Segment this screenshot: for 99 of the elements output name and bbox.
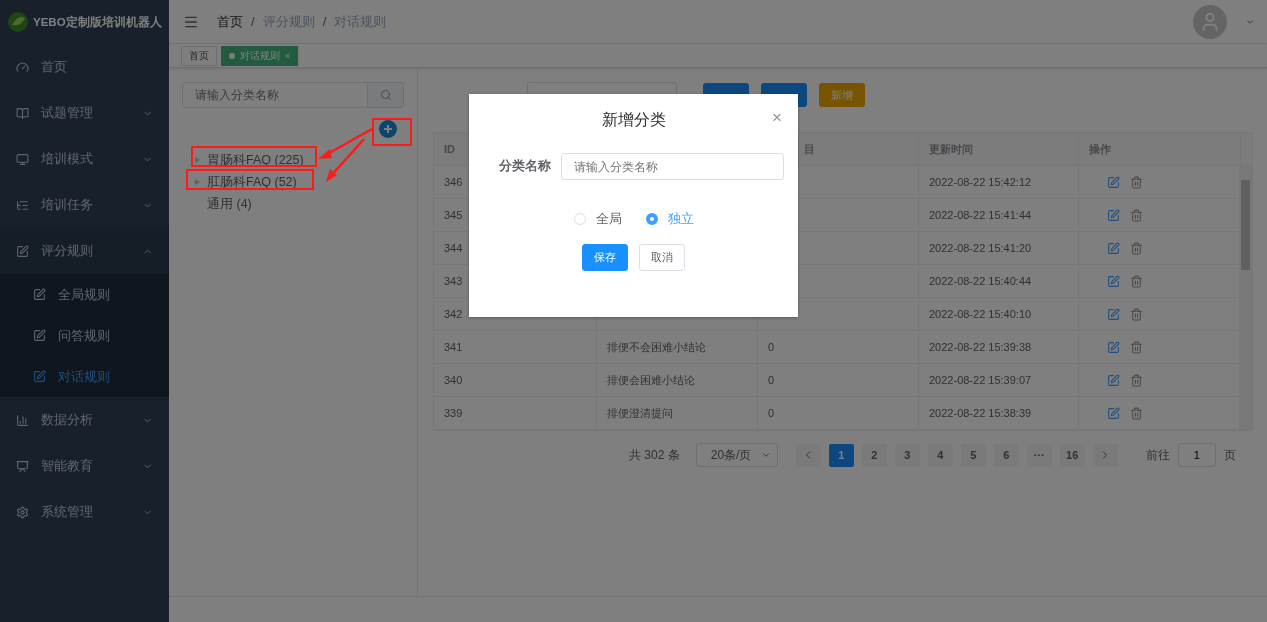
scrollbar[interactable] — [1239, 166, 1252, 430]
total-count: 共 302 条 — [629, 446, 680, 464]
menu-item[interactable]: 培训任务 — [0, 182, 169, 228]
radio-option[interactable]: 独立 — [645, 210, 694, 228]
menu-icon — [16, 198, 29, 212]
edit-icon[interactable] — [1107, 208, 1120, 222]
edit-icon — [33, 329, 46, 342]
submenu-item[interactable]: 全局规则 — [0, 274, 169, 315]
page-button[interactable]: 16 — [1059, 443, 1085, 467]
close-button[interactable]: × — [772, 108, 782, 128]
table-cell: 340 — [434, 364, 597, 396]
prev-page-button[interactable] — [795, 443, 821, 467]
submenu-item[interactable]: 问答规则 — [0, 315, 169, 356]
delete-icon[interactable] — [1130, 208, 1143, 222]
edit-icon[interactable] — [1107, 241, 1120, 255]
edit-icon[interactable] — [1107, 340, 1120, 354]
delete-icon[interactable] — [1130, 406, 1143, 420]
tab[interactable]: 首页 — [181, 45, 217, 66]
delete-icon[interactable] — [1130, 241, 1143, 255]
logo-icon — [7, 11, 29, 33]
tab[interactable]: 对话规则 × — [221, 45, 299, 66]
menu-item[interactable]: 数据分析 — [0, 397, 169, 443]
delete-icon[interactable] — [1130, 175, 1143, 189]
page-button[interactable]: 5 — [960, 443, 986, 467]
edit-icon[interactable] — [1107, 307, 1120, 321]
edit-icon — [33, 288, 46, 301]
menu-item[interactable]: 培训模式 — [0, 136, 169, 182]
table-cell: 排便澄清提问 — [597, 397, 758, 429]
annotation-box — [372, 118, 412, 146]
search-button[interactable] — [367, 83, 403, 107]
delete-icon[interactable] — [1130, 274, 1143, 288]
search-icon — [379, 89, 392, 101]
close-icon[interactable]: × — [285, 50, 291, 61]
menu-icon — [16, 505, 29, 519]
menu-icon — [16, 152, 29, 166]
page-button[interactable]: 2 — [861, 443, 887, 467]
dialog-title: 新增分类 — [601, 110, 666, 130]
edit-icon[interactable] — [1107, 373, 1120, 387]
menu-icon — [16, 413, 29, 427]
app-title: YEBO定制版培训机器人 — [33, 14, 162, 30]
table-cell: 2022-08-22 15:41:20 — [919, 232, 1079, 264]
goto-suffix: 页 — [1223, 446, 1236, 464]
table-cell: 2022-08-22 15:42:12 — [919, 166, 1079, 198]
breadcrumb-link[interactable]: 首页 — [217, 12, 243, 31]
tree-item[interactable]: 通用 (4) — [182, 193, 404, 215]
edit-icon[interactable] — [1107, 406, 1120, 420]
breadcrumb-separator: / — [322, 14, 327, 29]
edit-icon — [33, 370, 46, 383]
menu-icon — [16, 459, 29, 473]
table-cell: 0 — [758, 364, 919, 396]
caret-icon — [195, 179, 200, 185]
menu-item[interactable]: 试题管理 — [0, 90, 169, 136]
new-button[interactable]: 新增 — [819, 83, 865, 107]
table-cell: 0 — [758, 397, 919, 429]
menu-item[interactable]: 系统管理 — [0, 489, 169, 535]
breadcrumb-separator: / — [251, 14, 255, 29]
submenu-item[interactable]: 对话规则 — [0, 356, 169, 397]
page-button[interactable]: ··· — [1026, 443, 1052, 467]
menu-item[interactable]: 首页 — [0, 44, 169, 90]
table-cell: 2022-08-22 15:38:39 — [919, 397, 1079, 429]
page-size-select[interactable]: 20条/页 — [695, 443, 778, 467]
table-cell: 2022-08-22 15:40:10 — [919, 298, 1079, 330]
plus-icon — [383, 124, 393, 134]
page-button[interactable]: 3 — [894, 443, 920, 467]
table-cell: 2022-08-22 15:40:44 — [919, 265, 1079, 297]
delete-icon[interactable] — [1130, 373, 1143, 387]
add-button[interactable] — [379, 120, 397, 138]
caret-icon — [195, 157, 200, 163]
save-button[interactable]: 保存 — [582, 244, 628, 271]
table-cell: 2022-08-22 15:39:07 — [919, 364, 1079, 396]
annotation-arrow — [318, 127, 373, 183]
table-cell: 2022-08-22 15:39:38 — [919, 331, 1079, 363]
table-cell: 339 — [434, 397, 597, 429]
delete-icon[interactable] — [1130, 340, 1143, 354]
edit-icon[interactable] — [1107, 175, 1120, 189]
dot-icon — [229, 52, 235, 59]
menu-icon — [16, 244, 29, 258]
chevron-icon — [760, 450, 771, 460]
next-page-button[interactable] — [1092, 443, 1118, 467]
page-button[interactable]: 6 — [993, 443, 1019, 467]
table-cell: 2022-08-22 15:41:44 — [919, 199, 1079, 231]
menu-icon — [16, 106, 29, 120]
menu-item[interactable]: 评分规则 — [0, 228, 169, 274]
table-cell: 排便不会困难小结论 — [597, 331, 758, 363]
menu-icon — [16, 60, 29, 74]
page-button[interactable]: 4 — [927, 443, 953, 467]
cancel-button[interactable]: 取消 — [639, 244, 685, 271]
page-button[interactable]: 1 — [828, 443, 854, 467]
goto-label: 前往 — [1145, 446, 1170, 464]
input-field[interactable]: 请输入分类名称 — [561, 153, 784, 180]
table-cell: 排便会困难小结论 — [597, 364, 758, 396]
page-input[interactable]: 1 — [1177, 443, 1216, 467]
delete-icon[interactable] — [1130, 307, 1143, 321]
edit-icon[interactable] — [1107, 274, 1120, 288]
table-cell: 341 — [434, 331, 597, 363]
search-field[interactable]: 请输入分类名称 — [182, 82, 404, 108]
menu-item[interactable]: 智能教育 — [0, 443, 169, 489]
table-cell: 0 — [758, 331, 919, 363]
user-avatar[interactable] — [1193, 4, 1227, 39]
